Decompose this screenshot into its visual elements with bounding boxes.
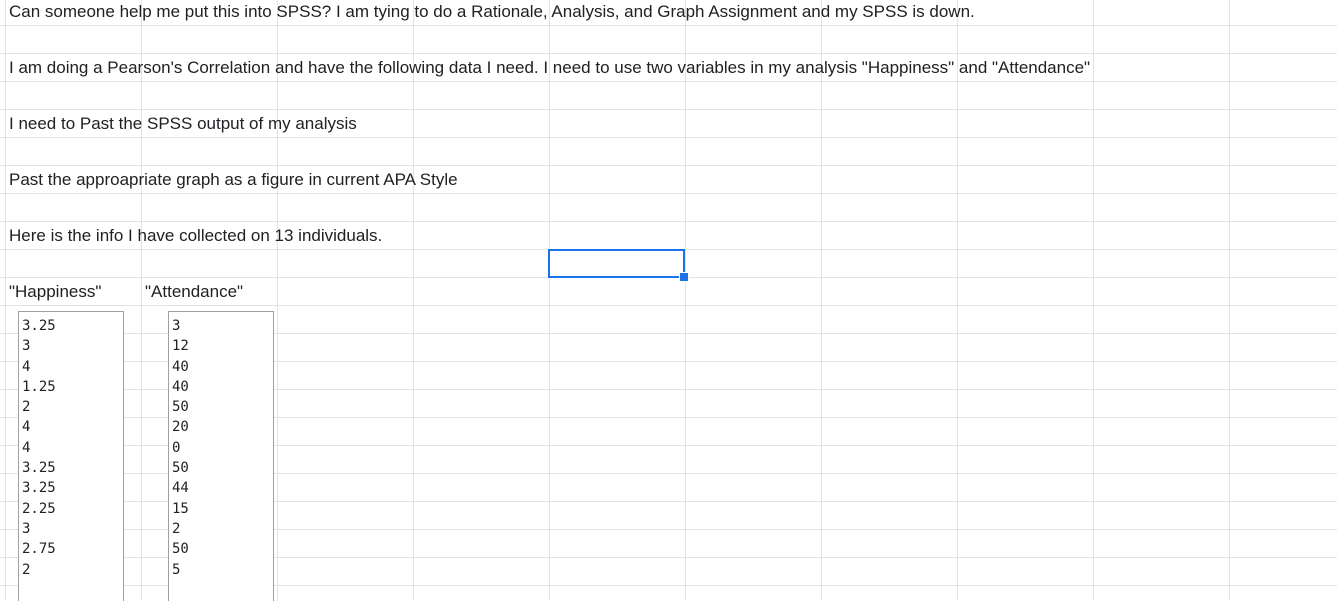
happiness-value: 2 — [22, 399, 31, 416]
happiness-value: 3 — [22, 338, 31, 355]
cell-row-5-text[interactable]: I need to Past the SPSS output of my ana… — [9, 113, 357, 135]
cell-row-9-text[interactable]: Here is the info I have collected on 13 … — [9, 225, 382, 247]
attendance-header[interactable]: "Attendance" — [145, 281, 243, 303]
happiness-value: 4 — [22, 419, 31, 436]
happiness-value: 2.25 — [22, 500, 56, 517]
happiness-value: 2 — [22, 561, 31, 578]
attendance-values-textbox[interactable]: 3 12 40 40 50 20 0 50 44 15 2 50 5 — [168, 311, 274, 601]
happiness-value: 4 — [22, 439, 31, 456]
attendance-value: 50 — [172, 460, 189, 477]
attendance-value: 50 — [172, 399, 189, 416]
attendance-value: 5 — [172, 561, 181, 578]
attendance-value: 20 — [172, 419, 189, 436]
happiness-value: 2.75 — [22, 541, 56, 558]
happiness-value: 3.25 — [22, 318, 56, 334]
attendance-value: 12 — [172, 338, 189, 355]
selected-cell[interactable] — [548, 249, 685, 278]
attendance-value: 15 — [172, 500, 189, 517]
attendance-value: 3 — [172, 318, 181, 334]
happiness-header[interactable]: "Happiness" — [9, 281, 101, 303]
happiness-value: 4 — [22, 358, 31, 375]
happiness-value: 3.25 — [22, 460, 56, 477]
attendance-value: 2 — [172, 520, 181, 537]
happiness-values-textbox[interactable]: 3.25 3 4 1.25 2 4 4 3.25 3.25 2.25 3 2.75 2 — [18, 311, 124, 601]
spreadsheet-grid[interactable]: Can someone help me put this into SPSS? … — [0, 0, 1337, 601]
attendance-value: 40 — [172, 378, 189, 395]
attendance-value: 40 — [172, 358, 189, 375]
cell-row-1-text[interactable]: Can someone help me put this into SPSS? … — [9, 1, 975, 23]
happiness-value: 3 — [22, 520, 31, 537]
happiness-value: 3.25 — [22, 480, 56, 497]
fill-handle[interactable] — [679, 272, 689, 282]
happiness-value: 1.25 — [22, 378, 56, 395]
attendance-value: 50 — [172, 541, 189, 558]
attendance-value: 0 — [172, 439, 181, 456]
attendance-value: 44 — [172, 480, 189, 497]
cell-row-7-text[interactable]: Past the approapriate graph as a figure … — [9, 169, 458, 191]
cell-row-3-text[interactable]: I am doing a Pearson's Correlation and h… — [9, 57, 1090, 79]
